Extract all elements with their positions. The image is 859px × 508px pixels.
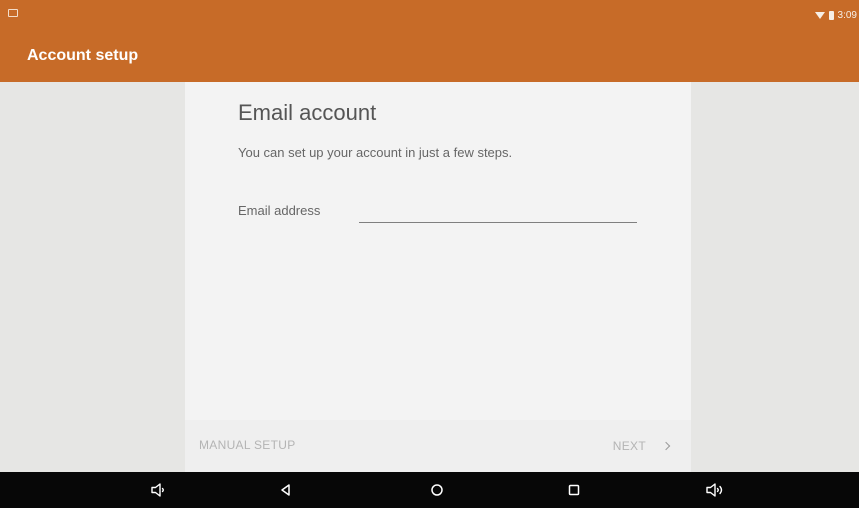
volume-up-button[interactable]: [697, 472, 733, 508]
home-icon: [431, 484, 443, 496]
next-button[interactable]: NEXT: [612, 436, 671, 456]
card-footer: MANUAL SETUP NEXT: [185, 420, 691, 472]
card-title: Email account: [238, 100, 377, 125]
status-time: 3:09: [837, 9, 857, 21]
app-bar: Account setup: [0, 30, 859, 82]
screenshot-icon: [8, 9, 18, 17]
chevron-right-icon: [661, 441, 671, 451]
status-indicators: 3:09: [814, 7, 857, 23]
wifi-icon: [814, 11, 825, 19]
card-subtitle: You can set up your account in just a fe…: [238, 145, 513, 160]
status-bar: 3:09: [0, 0, 859, 30]
email-setup-card: Email account You can set up your accoun…: [185, 82, 691, 472]
navigation-bar: [0, 472, 859, 508]
page-title: Account setup: [27, 47, 139, 64]
next-button-label: NEXT: [612, 439, 646, 453]
battery-icon: [828, 10, 834, 20]
recents-button[interactable]: [556, 472, 592, 508]
manual-setup-button[interactable]: MANUAL SETUP: [199, 438, 296, 452]
recents-icon: [568, 484, 580, 496]
back-button[interactable]: [268, 472, 304, 508]
volume-up-icon: [706, 483, 723, 497]
email-address-label: Email address: [238, 203, 321, 218]
home-button[interactable]: [419, 472, 455, 508]
email-address-input[interactable]: [359, 196, 637, 223]
back-icon: [281, 484, 290, 496]
volume-down-icon: [151, 483, 164, 497]
volume-down-button[interactable]: [141, 472, 177, 508]
